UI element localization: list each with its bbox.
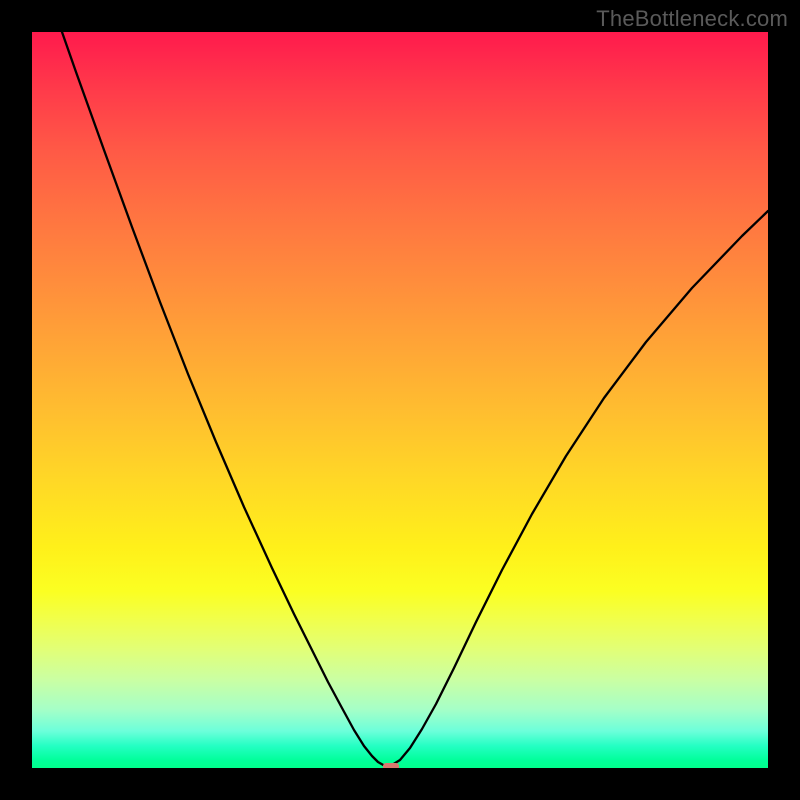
bottleneck-curve [62, 32, 768, 766]
chart-plot-area [32, 32, 768, 768]
curve-svg [32, 32, 768, 768]
watermark-text: TheBottleneck.com [596, 6, 788, 32]
minimum-marker [383, 763, 399, 768]
